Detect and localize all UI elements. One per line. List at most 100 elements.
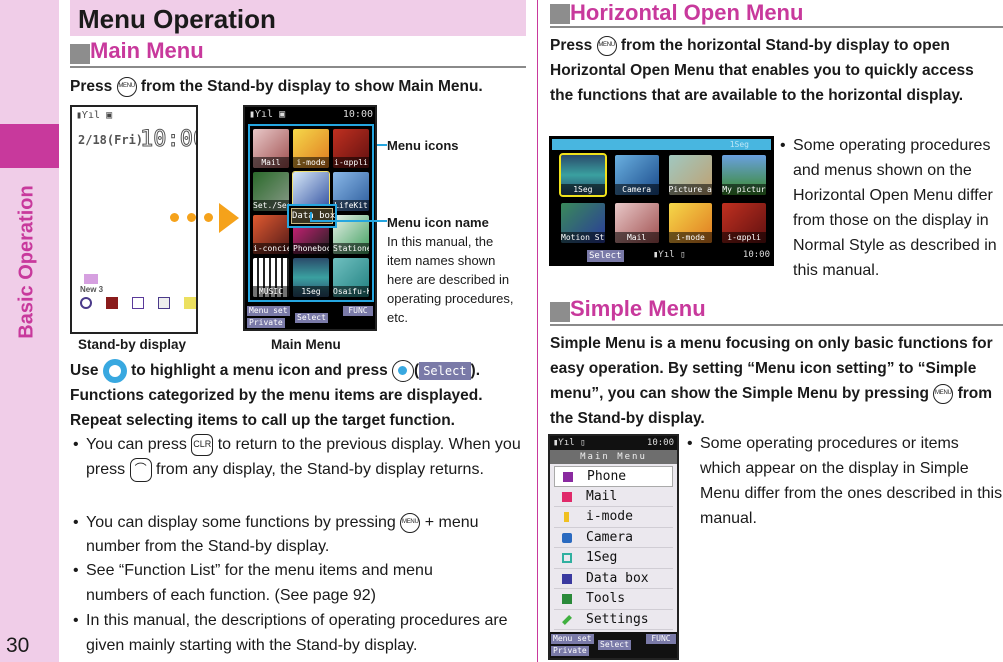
simple-item-imode[interactable]: i-mode bbox=[554, 507, 673, 528]
arrow-dot bbox=[187, 213, 196, 222]
phone-icon bbox=[563, 472, 573, 482]
bullet-item: You can press CLR to return to the previ… bbox=[73, 432, 533, 482]
horizontal-menu-intro: Press MENU from the horizontal Stand-by … bbox=[550, 35, 974, 104]
horizontal-bullet: Some operating procedures and menus show… bbox=[780, 133, 1003, 283]
simple-item-databox[interactable]: Data box bbox=[554, 569, 673, 589]
horizontal-menu-screenshot: 1Seg 1Seg Camera Picture album My pictur… bbox=[549, 136, 774, 266]
menu-icon-1seg[interactable]: 1Seg bbox=[293, 258, 329, 297]
mail-icon bbox=[562, 491, 572, 502]
softkey-select[interactable]: Select bbox=[295, 313, 328, 323]
menu-key-icon: MENU bbox=[400, 512, 421, 533]
menu-key-icon: MENU bbox=[116, 76, 137, 97]
character-icon bbox=[132, 297, 144, 309]
memo-icon bbox=[184, 297, 196, 309]
sidebar: Basic Operation 30 bbox=[0, 0, 59, 662]
softkey-private[interactable]: Private bbox=[551, 646, 589, 656]
callout-menu-icon-name: Menu icon name In this manual, the item … bbox=[387, 215, 514, 325]
sidebar-tab-marker bbox=[0, 124, 59, 168]
signal-status-icon: ▮Ƴıl ▣ bbox=[76, 110, 113, 121]
select-softkey-icon: Select bbox=[419, 361, 471, 380]
menu-icon-music[interactable]: MUSIC bbox=[253, 258, 289, 297]
column-divider bbox=[537, 0, 538, 662]
clr-key-icon: CLR bbox=[191, 433, 214, 456]
menu-icon-osaifu[interactable]: Osaifu-Keitai bbox=[333, 258, 369, 297]
menu-key-icon: MENU bbox=[933, 383, 954, 404]
calendar-icon bbox=[106, 297, 118, 309]
tv-icon bbox=[562, 553, 572, 563]
horizontal-title-bar: 1Seg bbox=[552, 139, 771, 150]
callout-line bbox=[310, 212, 312, 222]
horizontal-menu-heading: Horizontal Open Menu bbox=[550, 0, 1003, 28]
menu-icon-settings[interactable]: Set./Service bbox=[253, 172, 289, 211]
simple-item-mail[interactable]: Mail bbox=[554, 487, 673, 507]
standby-caption: Stand-by display bbox=[78, 337, 187, 352]
databox-icon bbox=[562, 573, 572, 584]
page-title-bar: Menu Operation bbox=[70, 0, 526, 36]
main-menu-intro: Press MENU from the Stand-by display to … bbox=[70, 76, 483, 97]
softkey-func[interactable]: FUNC bbox=[343, 306, 373, 316]
bullet-item: You can display some functions by pressi… bbox=[73, 511, 493, 559]
simple-menu-screenshot: ▮Ƴıl ▯ 10:00 Main Menu Phone Mail i-mode … bbox=[548, 434, 679, 660]
main-menu-heading: Main Menu bbox=[70, 38, 526, 68]
mail-envelope-icon bbox=[84, 274, 98, 284]
main-menu-caption: Main Menu bbox=[271, 337, 341, 352]
horizontal-bottom-bar: Select ▮Ƴıl ▯ 10:00 bbox=[549, 250, 774, 264]
center-key-icon bbox=[392, 359, 415, 382]
simple-item-phone[interactable]: Phone bbox=[554, 466, 673, 487]
instruction-step: Use to highlight a menu icon and press (… bbox=[70, 358, 535, 433]
callout-menu-icons: Menu icons bbox=[387, 138, 459, 153]
h-icon-iappli[interactable]: i-αppli bbox=[722, 203, 766, 243]
menu-icon-lifekit[interactable]: LifeKit bbox=[333, 172, 369, 211]
bullet-item: In this manual, the descriptions of oper… bbox=[73, 608, 535, 658]
simple-bullet: Some operating procedures or items which… bbox=[687, 431, 1003, 531]
callout-line bbox=[310, 220, 387, 222]
softkey-func[interactable]: FUNC bbox=[646, 634, 676, 644]
toolbox-icon bbox=[562, 594, 572, 604]
bullet-item: See “Function List” for the menu items a… bbox=[73, 558, 493, 608]
callout-line bbox=[377, 144, 387, 146]
h-icon-picture-album[interactable]: Picture album bbox=[668, 155, 713, 195]
new-mail-badge: New 3 bbox=[80, 285, 104, 294]
simple-menu-intro: Simple Menu is a menu focusing on only b… bbox=[550, 335, 993, 427]
softkey-menu-set[interactable]: Menu set bbox=[247, 306, 290, 316]
arrow-dot bbox=[204, 213, 213, 222]
menu-icon-imode[interactable]: i-mode bbox=[293, 129, 329, 168]
arrow-dot bbox=[170, 213, 179, 222]
simple-menu-title: Main Menu bbox=[550, 450, 677, 464]
h-icon-imode[interactable]: i-mode bbox=[668, 203, 713, 243]
standby-date: 2/18(Fri) bbox=[78, 133, 144, 147]
simple-item-tools[interactable]: Tools bbox=[554, 589, 673, 610]
simple-menu-heading: Simple Menu bbox=[550, 296, 1003, 326]
heading-square-icon bbox=[550, 302, 570, 322]
menu-icon-mail[interactable]: Mail bbox=[253, 129, 289, 168]
menu-key-icon: MENU bbox=[596, 35, 617, 56]
softkey-private[interactable]: Private bbox=[247, 318, 285, 328]
page-title: Menu Operation bbox=[78, 4, 276, 34]
h-icon-1seg[interactable]: 1Seg bbox=[559, 153, 607, 197]
menu-icon-iappli[interactable]: i-αppli bbox=[333, 129, 369, 168]
h-icon-motion-style[interactable]: Motion Style bbox=[561, 203, 605, 243]
menu-icon-iconcier[interactable]: i-concier bbox=[253, 215, 289, 254]
standby-time: 10:00 bbox=[139, 127, 196, 153]
h-softkey-select[interactable]: Select bbox=[587, 250, 624, 262]
status-bar: ▮Ƴıl ▯ 10:00 bbox=[550, 436, 677, 450]
horizontal-icon-grid: 1Seg Camera Picture album My picture Mot… bbox=[559, 153, 766, 243]
softkey-menu-set[interactable]: Menu set bbox=[551, 634, 594, 644]
sidebar-section-label: Basic Operation bbox=[15, 185, 38, 339]
simple-item-camera[interactable]: Camera bbox=[554, 528, 673, 548]
wrench-icon bbox=[562, 614, 572, 625]
page-number: 30 bbox=[6, 634, 30, 657]
simple-item-settings[interactable]: Settings bbox=[554, 610, 673, 630]
standby-display-screenshot: ▮Ƴıl ▣ 2/18(Fri) 10:00 New 3 bbox=[70, 105, 198, 334]
h-icon-mail[interactable]: Mail bbox=[614, 203, 659, 243]
h-icon-camera[interactable]: Camera bbox=[614, 155, 659, 195]
imode-icon bbox=[564, 512, 569, 522]
softkey-select[interactable]: Select bbox=[598, 640, 631, 650]
highlighted-icon-name: Data box bbox=[287, 204, 337, 228]
camera-icon bbox=[562, 532, 572, 543]
simple-softkey-bar: Menu set Private Select FUNC bbox=[550, 632, 677, 658]
simple-menu-list: Phone Mail i-mode Camera 1Seg Data box T… bbox=[554, 466, 673, 630]
h-icon-my-picture[interactable]: My picture bbox=[722, 155, 766, 195]
simple-item-1seg[interactable]: 1Seg bbox=[554, 548, 673, 569]
end-call-key-icon: ⌒ bbox=[129, 457, 152, 482]
